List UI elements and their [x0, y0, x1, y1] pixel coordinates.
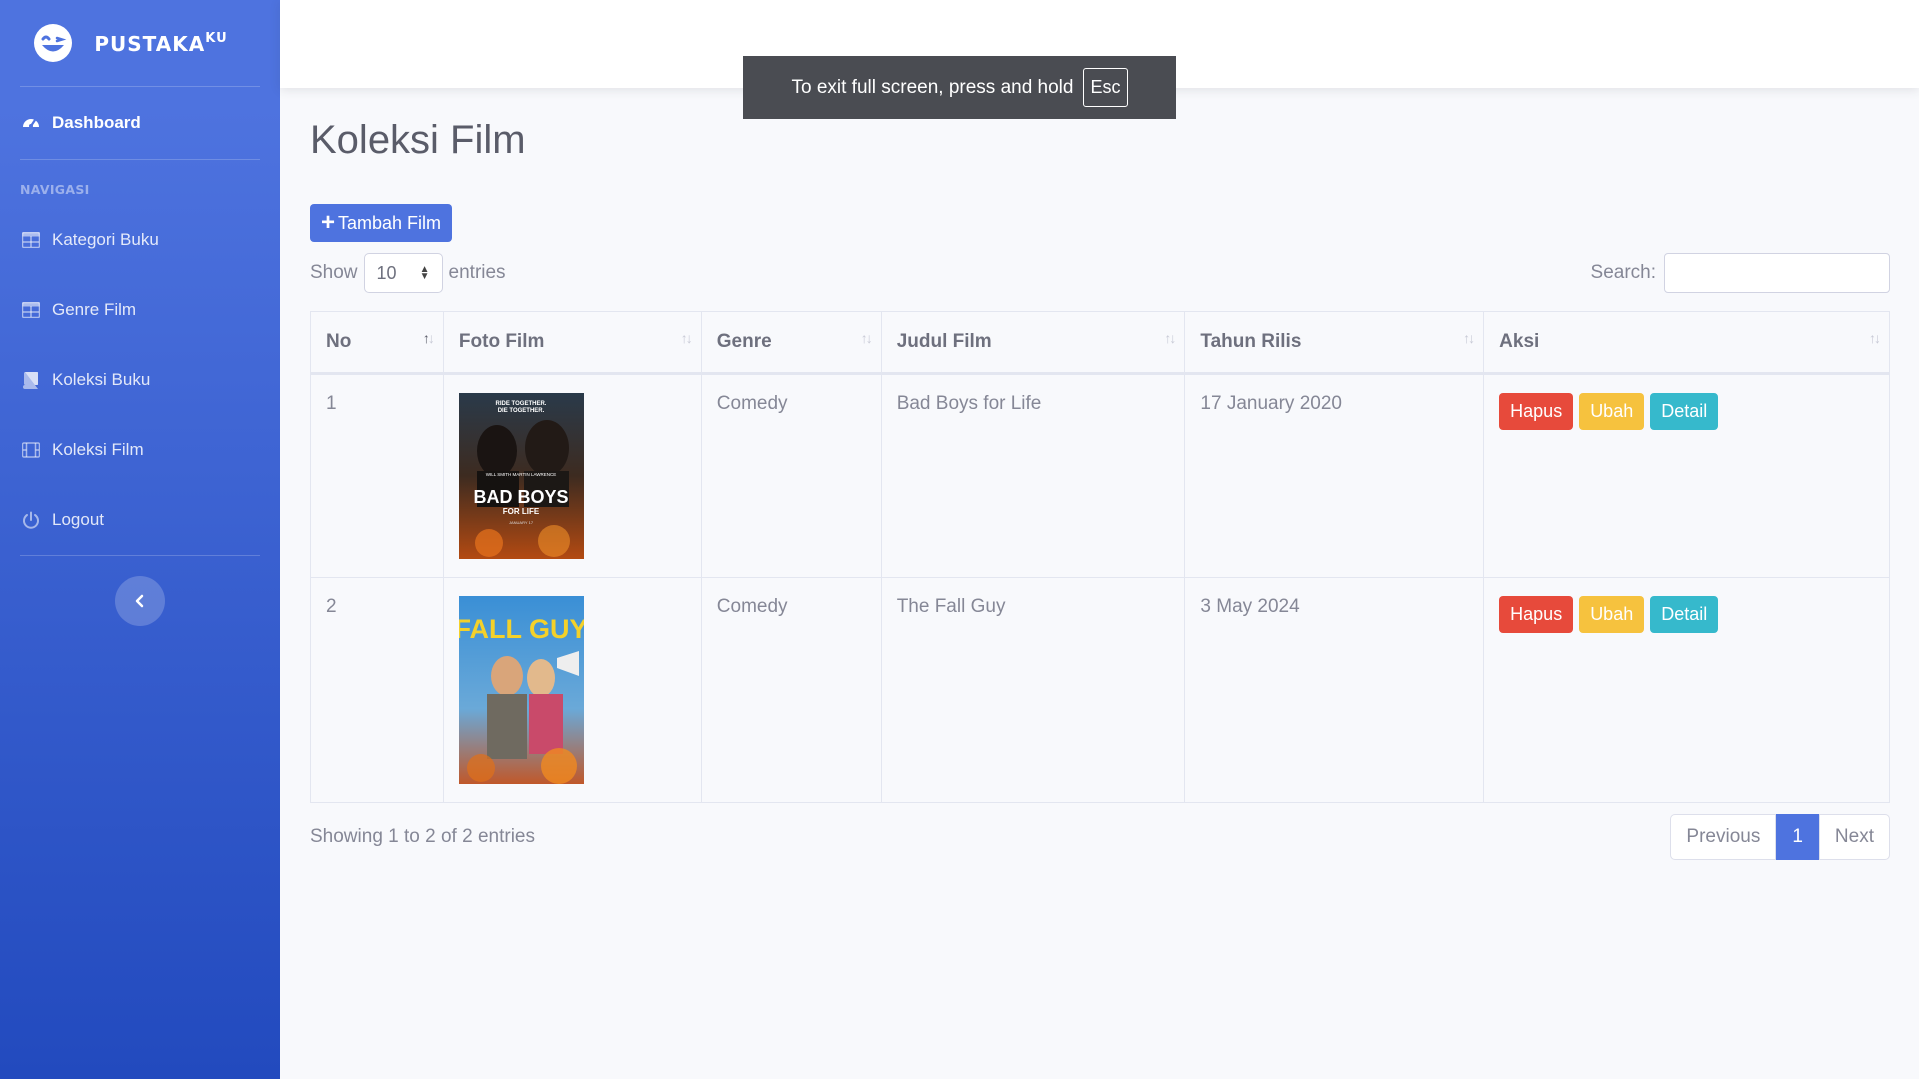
laugh-wink-icon — [32, 22, 74, 64]
cell-poster: RIDE TOGETHER. DIE TOGETHER. WILL SMITH … — [442, 373, 702, 578]
sidebar-item-koleksi-buku[interactable]: Koleksi Buku — [0, 345, 280, 415]
esc-key-hint: Esc — [1083, 68, 1128, 107]
page-title: Koleksi Film — [310, 118, 526, 162]
entries-select-value: 10 — [376, 262, 397, 283]
edit-button[interactable]: Ubah — [1579, 596, 1645, 633]
sidebar-item-label: Dashboard — [52, 113, 141, 132]
sidebar-item-label: Koleksi Buku — [52, 370, 151, 389]
sort-icon: ↑↓ — [680, 330, 693, 346]
column-header-judul-film[interactable]: Judul Film ↑↓ — [880, 311, 1186, 375]
column-header-no[interactable]: No ↑↓ — [310, 311, 444, 375]
fullscreen-notice: To exit full screen, press and hold Esc — [743, 56, 1176, 119]
cell-release: 3 May 2024 — [1184, 577, 1485, 803]
delete-button[interactable]: Hapus — [1499, 596, 1574, 633]
sort-icon: ↑↓ — [860, 330, 873, 346]
table-controls: Show 10 ▲ ▼ entries Search: — [310, 253, 1890, 293]
column-header-foto-film[interactable]: Foto Film ↑↓ — [442, 311, 702, 375]
sidebar-item-dashboard[interactable]: Dashboard — [0, 87, 280, 159]
show-entries: Show 10 ▲ ▼ entries — [310, 253, 506, 293]
entries-info: Showing 1 to 2 of 2 entries — [310, 826, 535, 847]
cell-title: Bad Boys for Life — [880, 373, 1186, 578]
sidebar-toggle-button[interactable] — [115, 576, 165, 626]
pagination-previous[interactable]: Previous — [1670, 814, 1777, 860]
cell-no: 2 — [310, 577, 444, 803]
sidebar-item-label: Koleksi Film — [52, 440, 144, 459]
svg-text:FALL GUY: FALL GUY — [459, 614, 584, 644]
add-film-button[interactable]: + Tambah Film — [310, 204, 453, 242]
films-table: No ↑↓ Foto Film ↑↓ Genre ↑↓ Judul Film ↑↓ Ta… — [310, 311, 1890, 803]
search-label: Search: — [1590, 262, 1656, 283]
detail-button[interactable]: Detail — [1650, 596, 1719, 633]
book-icon — [20, 369, 42, 391]
sidebar-heading: NAVIGASI — [20, 182, 90, 197]
sort-arrows-icon: ▲ ▼ — [419, 264, 430, 282]
search-input[interactable] — [1664, 253, 1890, 293]
column-header-tahun-rilis[interactable]: Tahun Rilis ↑↓ — [1184, 311, 1485, 375]
table-header-row: No ↑↓ Foto Film ↑↓ Genre ↑↓ Judul Film ↑↓ Ta… — [310, 311, 1890, 375]
table-row: 2 FALL GUY Comedy The Fall Guy 3 May 202… — [310, 577, 1890, 803]
tachometer-icon — [20, 112, 42, 134]
sidebar-item-label: Logout — [52, 510, 104, 529]
cell-genre: Comedy — [700, 577, 882, 803]
search-control: Search: — [1591, 253, 1890, 293]
chevron-left-icon — [135, 594, 144, 608]
brand-name: PUSTAKAKU — [94, 30, 228, 56]
sidebar-item-koleksi-film[interactable]: Koleksi Film — [0, 415, 280, 485]
cell-actions: Hapus Ubah Detail — [1483, 577, 1890, 803]
svg-text:FOR LIFE: FOR LIFE — [503, 507, 540, 516]
svg-text:DIE TOGETHER.: DIE TOGETHER. — [498, 408, 545, 414]
cell-poster: FALL GUY — [442, 577, 702, 803]
delete-button[interactable]: Hapus — [1499, 393, 1574, 430]
detail-button[interactable]: Detail — [1650, 393, 1719, 430]
pagination: Previous 1 Next — [1670, 814, 1890, 860]
cell-genre: Comedy — [700, 373, 882, 578]
add-film-label: Tambah Film — [338, 212, 442, 233]
sidebar-item-genre-film[interactable]: Genre Film — [0, 275, 280, 345]
svg-text:WILL SMITH MARTIN LAWRENCE: WILL SMITH MARTIN LAWRENCE — [486, 472, 557, 477]
fullscreen-notice-text: To exit full screen, press and hold — [791, 76, 1074, 98]
plus-icon: + — [321, 209, 336, 236]
cell-release: 17 January 2020 — [1184, 373, 1485, 578]
entries-label: entries — [448, 262, 506, 283]
sidebar-brand[interactable]: PUSTAKAKU — [0, 0, 280, 86]
sidebar-item-logout[interactable]: Logout — [0, 485, 280, 555]
cell-no: 1 — [310, 373, 444, 578]
pagination-next[interactable]: Next — [1818, 814, 1890, 860]
sidebar: PUSTAKAKU Dashboard NAVIGASI Kategori Bu… — [0, 0, 280, 1079]
poster-image-fall-guy: FALL GUY — [458, 596, 584, 784]
svg-text:BAD BOYS: BAD BOYS — [473, 487, 568, 507]
pagination-page-1[interactable]: 1 — [1776, 814, 1819, 860]
table-row: 1 RIDE TOGETHER. DIE TOGETHER. WILL SMIT… — [310, 373, 1890, 578]
power-icon — [20, 509, 42, 531]
sidebar-item-kategori-buku[interactable]: Kategori Buku — [0, 205, 280, 275]
cell-actions: Hapus Ubah Detail — [1483, 373, 1890, 578]
table-footer: Showing 1 to 2 of 2 entries Previous 1 N… — [310, 814, 1890, 860]
table-icon — [20, 229, 42, 251]
sort-icon: ↑↓ — [1869, 330, 1881, 346]
cell-title: The Fall Guy — [880, 577, 1186, 803]
sort-icon: ↑↓ — [1164, 330, 1176, 346]
sidebar-item-label: Kategori Buku — [52, 230, 159, 249]
film-icon — [20, 439, 42, 461]
svg-text:RIDE TOGETHER.: RIDE TOGETHER. — [495, 401, 546, 407]
show-label: Show — [310, 262, 358, 283]
table-icon — [20, 299, 42, 321]
sidebar-item-label: Genre Film — [52, 300, 137, 319]
edit-button[interactable]: Ubah — [1579, 393, 1645, 430]
sort-icon: ↑↓ — [1463, 330, 1475, 346]
column-header-genre[interactable]: Genre ↑↓ — [700, 311, 882, 375]
column-header-aksi[interactable]: Aksi ↑↓ — [1483, 311, 1890, 375]
entries-select[interactable]: 10 ▲ ▼ — [363, 253, 443, 293]
sidebar-toggle-wrap — [0, 556, 280, 626]
svg-text:JANUARY 17: JANUARY 17 — [509, 520, 534, 525]
sort-icon: ↑↓ — [422, 330, 435, 346]
poster-image-bad-boys: RIDE TOGETHER. DIE TOGETHER. WILL SMITH … — [458, 393, 584, 559]
main-content: Koleksi Film + Tambah Film Show 10 ▲ ▼ en… — [310, 88, 1890, 860]
